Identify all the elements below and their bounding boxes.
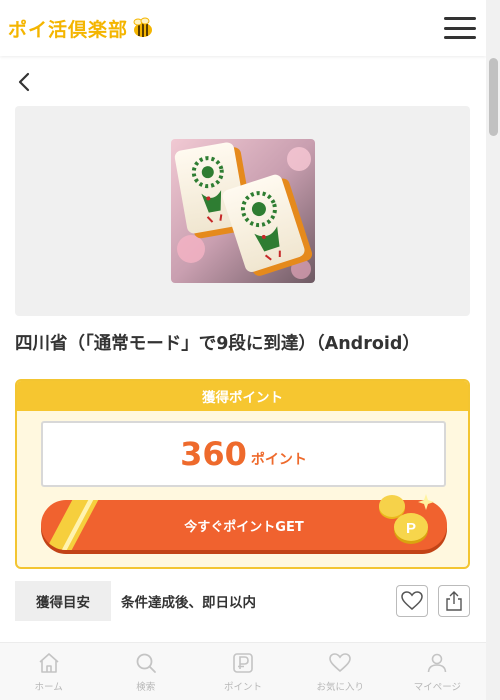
points-header: 獲得ポイント	[17, 381, 468, 411]
hamburger-icon[interactable]	[444, 14, 476, 42]
coins-icon: P	[379, 494, 434, 544]
nav-home[interactable]: ホーム	[0, 643, 97, 700]
nav-mypage[interactable]: マイページ	[389, 643, 486, 700]
page-scrollbar[interactable]	[486, 0, 500, 700]
home-icon	[39, 652, 59, 673]
nav-label: マイページ	[413, 681, 462, 693]
mahjong-tiles-image	[170, 139, 315, 283]
scrollbar-thumb[interactable]	[489, 58, 498, 136]
points-unit: ポイント	[250, 452, 307, 468]
nav-search[interactable]: 検索	[97, 643, 194, 700]
user-icon	[428, 653, 447, 672]
nav-label: ポイント	[224, 681, 263, 693]
app-header: ポイ活倶楽部	[0, 0, 486, 56]
logo-text: ポイ活倶楽部	[8, 18, 129, 41]
bee-icon	[133, 17, 153, 37]
nav-label: お気に入り	[316, 681, 364, 693]
campaign-title: 四川省（「通常モード」で9段に到達）（Android）	[15, 334, 420, 354]
bottom-navigation: ホーム 検索 ポイント お気に入り マイページ	[0, 642, 486, 700]
search-icon	[136, 653, 156, 673]
nav-label: 検索	[136, 681, 156, 693]
get-points-label: 今すぐポイントGET	[184, 519, 304, 535]
site-logo[interactable]: ポイ活倶楽部	[8, 15, 154, 42]
button-stripe-decoration	[41, 500, 104, 550]
reward-timing-label: 獲得目安	[15, 581, 111, 621]
chevron-left-icon	[18, 72, 30, 92]
points-value: 360	[180, 435, 247, 473]
campaign-banner	[15, 106, 470, 316]
reward-timing-value: 条件達成後、即日以内	[121, 595, 256, 611]
points-display: 360 ポイント	[41, 421, 446, 487]
nav-points[interactable]: ポイント	[194, 643, 291, 700]
share-icon	[446, 591, 462, 611]
back-button[interactable]	[14, 70, 34, 94]
svg-text:P: P	[406, 520, 416, 537]
nav-label: ホーム	[34, 681, 63, 693]
nav-favorites[interactable]: お気に入り	[292, 643, 389, 700]
share-button[interactable]	[438, 585, 470, 617]
heart-icon	[401, 591, 423, 610]
heart-icon	[329, 652, 352, 672]
point-icon	[233, 652, 253, 673]
favorite-button[interactable]	[396, 585, 428, 617]
